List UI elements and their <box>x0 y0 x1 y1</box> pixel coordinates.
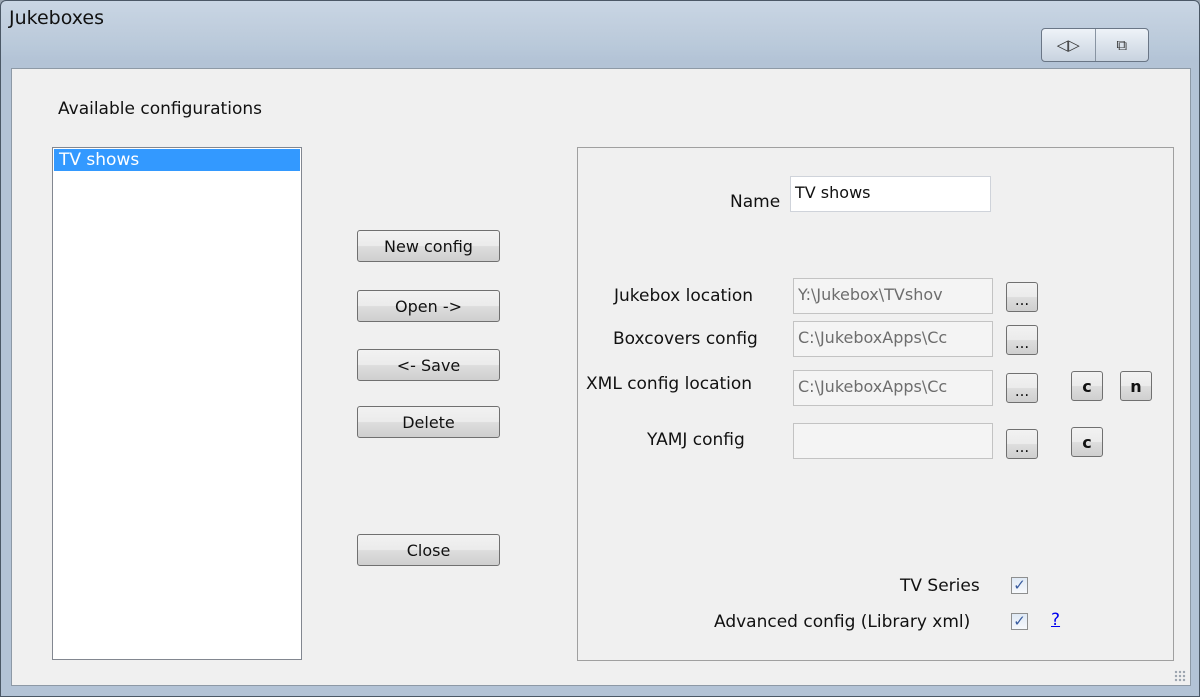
resize-grip-icon[interactable] <box>1174 670 1186 682</box>
help-link[interactable]: ? <box>1051 610 1060 630</box>
jukebox-location-label: Jukebox location <box>614 286 754 306</box>
boxcovers-config-input[interactable]: C:\JukeboxApps\Cc <box>793 321 993 357</box>
boxcovers-config-label: Boxcovers config <box>613 329 758 349</box>
yamj-c-button[interactable]: c <box>1071 427 1103 457</box>
yamj-config-input[interactable] <box>793 423 993 459</box>
window-title: Jukeboxes <box>9 7 105 29</box>
xml-c-button[interactable]: c <box>1071 371 1103 401</box>
list-item[interactable]: TV shows <box>54 149 300 171</box>
xml-config-location-input[interactable]: C:\JukeboxApps\Cc <box>793 370 993 406</box>
advanced-config-label: Advanced config (Library xml) <box>714 612 971 632</box>
jukebox-location-input[interactable]: Y:\Jukebox\TVshov <box>793 278 993 314</box>
xml-n-button[interactable]: n <box>1120 371 1152 401</box>
dialog-client-area: Available configurations TV shows New co… <box>11 68 1191 686</box>
available-configurations-label: Available configurations <box>58 99 262 119</box>
configurations-list[interactable]: TV shows <box>52 147 302 660</box>
boxcovers-browse-button[interactable]: ... <box>1006 325 1038 355</box>
jukebox-browse-button[interactable]: ... <box>1006 282 1038 312</box>
yamj-config-label: YAMJ config <box>647 430 745 450</box>
name-label: Name <box>730 192 781 212</box>
delete-button[interactable]: Delete <box>357 406 500 438</box>
config-details-panel: Name TV shows Jukebox location Y:\Jukebo… <box>577 147 1174 661</box>
title-button-group: ◁▷ ⧉ <box>1041 28 1149 62</box>
xml-browse-button[interactable]: ... <box>1006 373 1038 403</box>
tv-series-label: TV Series <box>900 576 980 596</box>
yamj-browse-button[interactable]: ... <box>1006 429 1038 459</box>
open-button[interactable]: Open -> <box>357 290 500 322</box>
name-input[interactable]: TV shows <box>790 176 991 212</box>
tv-series-checkbox[interactable]: ✓ <box>1011 577 1028 594</box>
new-config-button[interactable]: New config <box>357 230 500 262</box>
close-button[interactable]: Close <box>357 534 500 566</box>
save-button[interactable]: <- Save <box>357 349 500 381</box>
resize-arrows-icon[interactable]: ◁▷ <box>1042 29 1095 61</box>
exit-icon[interactable]: ⧉ <box>1094 29 1149 61</box>
xml-config-location-label: XML config location <box>586 374 753 394</box>
jukeboxes-window: Jukeboxes ◁▷ ⧉ Available configurations … <box>0 0 1200 697</box>
advanced-config-checkbox[interactable]: ✓ <box>1011 613 1028 630</box>
